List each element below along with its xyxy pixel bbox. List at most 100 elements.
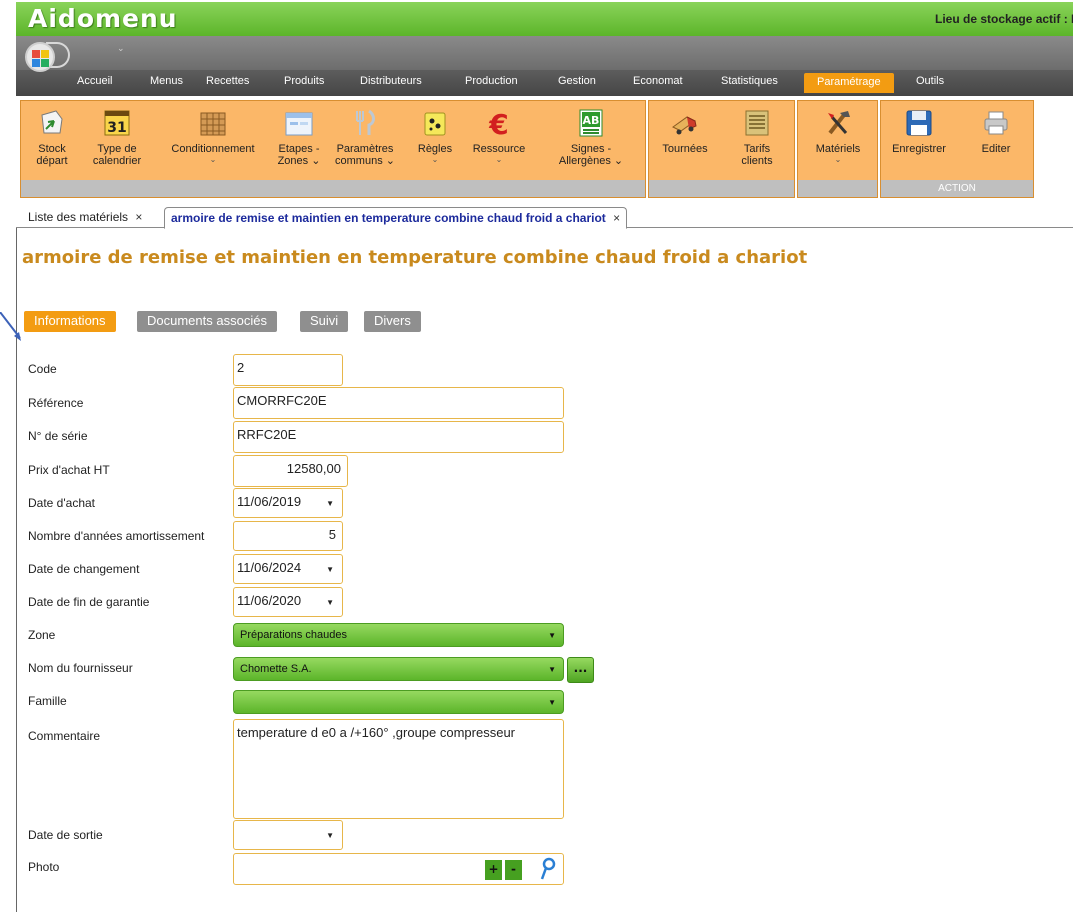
fournisseur-value: Chomette S.A. <box>240 663 312 675</box>
storage-location-label: Lieu de stockage actif : M <box>935 12 1073 26</box>
date-achat-field[interactable]: 11/06/2019 ▼ <box>233 488 343 518</box>
tab-documents-associes[interactable]: Documents associés <box>137 311 277 332</box>
chevron-down-icon[interactable]: ▼ <box>326 565 334 574</box>
fournisseur-label: Nom du fournisseur <box>28 661 133 675</box>
fournisseur-select[interactable]: Chomette S.A. ▼ <box>233 657 564 681</box>
tab-distributeurs[interactable]: Distributeurs <box>360 75 422 87</box>
signes-allergenes-button[interactable]: AB Signes - Allergènes ⌄ <box>549 107 633 167</box>
type-calendrier-button[interactable]: 31 Type de calendrier <box>87 107 147 167</box>
rules-icon <box>424 112 446 136</box>
ribbon-group-action: ACTION Enregistrer Editer <box>880 100 1034 198</box>
document-tabs: Liste des matériels × armoire de remise … <box>16 204 1073 229</box>
organic-label-icon: AB <box>579 109 603 137</box>
chevron-down-icon[interactable]: ▼ <box>548 698 556 707</box>
date-fin-garantie-label: Date de fin de garantie <box>28 595 150 609</box>
editer-button[interactable]: Editer <box>971 107 1021 155</box>
magnifier-icon[interactable] <box>540 857 556 881</box>
prix-achat-field[interactable]: 12580,00 <box>233 455 348 487</box>
tarifs-clients-button[interactable]: Tarifs clients <box>731 107 783 167</box>
tab-materiel-detail[interactable]: armoire de remise et maintien en tempera… <box>164 207 628 229</box>
stock-depart-button[interactable]: Stock départ <box>33 107 71 167</box>
editer-label: Editer <box>981 143 1011 155</box>
conditionnement-button[interactable]: Conditionnement ⌄ <box>161 107 265 164</box>
prix-achat-label: Prix d'achat HT <box>28 463 110 477</box>
floppy-disk-icon <box>906 110 932 136</box>
window-icon <box>285 112 313 136</box>
famille-select[interactable]: ▼ <box>233 690 564 714</box>
tab-recettes[interactable]: Recettes <box>206 75 249 87</box>
pointer-arrow-icon <box>0 312 21 341</box>
commentaire-textarea[interactable]: temperature d e0 a /+160° ,groupe compre… <box>233 719 564 819</box>
tab-accueil[interactable]: Accueil <box>77 75 112 87</box>
price-list-icon <box>745 110 769 136</box>
title-bar: Aidomenu Lieu de stockage actif : M <box>16 2 1073 36</box>
close-icon[interactable]: × <box>135 210 142 224</box>
annees-amortissement-label: Nombre d'années amortissement <box>28 529 205 543</box>
date-changement-label: Date de changement <box>28 562 140 576</box>
crate-icon <box>200 112 226 136</box>
tournees-button[interactable]: Tournées <box>657 107 713 155</box>
tab-produits[interactable]: Produits <box>284 75 324 87</box>
tab-production[interactable]: Production <box>465 75 518 87</box>
zone-select[interactable]: Préparations chaudes ▼ <box>233 623 564 647</box>
ressource-button[interactable]: € Ressource ⌄ <box>469 107 529 164</box>
materiels-label: Matériels <box>815 143 861 155</box>
close-icon[interactable]: × <box>613 211 620 225</box>
materiels-button[interactable]: Matériels ⌄ <box>810 107 866 164</box>
app-menu-orb-icon[interactable] <box>25 42 55 72</box>
fournisseur-more-button[interactable]: ... <box>567 657 594 683</box>
signes-allergenes-label1: Signes - <box>570 143 612 155</box>
date-sortie-field[interactable]: ▼ <box>233 820 343 850</box>
chevron-down-icon[interactable]: ▼ <box>326 598 334 607</box>
chevron-down-icon[interactable]: ▼ <box>326 831 334 840</box>
reference-field[interactable]: CMORRFC20E <box>233 387 564 419</box>
date-changement-value: 11/06/2024 <box>237 560 302 575</box>
regles-label: Règles <box>417 143 453 155</box>
tab-suivi[interactable]: Suivi <box>300 311 349 332</box>
chevron-down-icon[interactable]: ▼ <box>326 499 334 508</box>
date-fin-garantie-value: 11/06/2020 <box>237 593 302 608</box>
quick-access-menu-icon[interactable]: ⌄ <box>117 44 125 54</box>
date-changement-field[interactable]: 11/06/2024 ▼ <box>233 554 343 584</box>
tab-divers[interactable]: Divers <box>364 311 421 332</box>
tab-liste-materiels[interactable]: Liste des matériels × <box>22 207 148 229</box>
parametres-communs-button[interactable]: Paramètres communs ⌄ <box>331 107 399 167</box>
tab-liste-materiels-label: Liste des matériels <box>28 210 129 224</box>
regles-button[interactable]: Règles ⌄ <box>412 107 458 164</box>
code-label: Code <box>28 362 57 376</box>
truck-icon <box>672 116 697 135</box>
reference-label: Référence <box>28 396 84 410</box>
commentaire-label: Commentaire <box>28 729 101 743</box>
zone-label: Zone <box>28 628 56 642</box>
code-field[interactable]: 2 <box>233 354 343 386</box>
app-window: Aidomenu Lieu de stockage actif : M ⌄ Ac… <box>0 0 1073 912</box>
tab-materiel-detail-label: armoire de remise et maintien en tempera… <box>171 211 606 225</box>
parametres-communs-label1: Paramètres <box>336 143 394 155</box>
group-footer <box>649 180 794 197</box>
numero-serie-field[interactable]: RRFC20E <box>233 421 564 453</box>
etapes-zones-button[interactable]: Etapes - Zones ⌄ <box>275 107 323 167</box>
ribbon: Stock départ 31 Type de calendrier Condi… <box>16 96 1073 202</box>
enregistrer-button[interactable]: Enregistrer <box>887 107 951 155</box>
date-fin-garantie-field[interactable]: 11/06/2020 ▼ <box>233 587 343 617</box>
type-calendrier-label2: calendrier <box>92 155 142 167</box>
add-photo-button[interactable]: + <box>485 860 502 880</box>
ribbon-tabs: Accueil Menus Recettes Produits Distribu… <box>16 70 1073 96</box>
tab-menus[interactable]: Menus <box>150 75 183 87</box>
quick-access-bar: ⌄ <box>16 36 1073 72</box>
annees-amortissement-field[interactable]: 5 <box>233 521 343 551</box>
chevron-down-icon[interactable]: ▼ <box>548 631 556 640</box>
conditionnement-caret-icon: ⌄ <box>209 155 217 164</box>
remove-photo-button[interactable]: - <box>505 860 522 880</box>
tab-economat[interactable]: Economat <box>633 75 683 87</box>
photo-label: Photo <box>28 860 60 874</box>
tab-gestion[interactable]: Gestion <box>558 75 596 87</box>
etapes-zones-label1: Etapes - <box>278 143 320 155</box>
svg-text:€: € <box>488 108 508 139</box>
tab-statistiques[interactable]: Statistiques <box>721 75 778 87</box>
tab-outils[interactable]: Outils <box>916 75 944 87</box>
tab-parametrage[interactable]: Paramétrage <box>804 73 894 93</box>
stock-icon <box>41 110 63 134</box>
chevron-down-icon[interactable]: ▼ <box>548 665 556 674</box>
tab-informations[interactable]: Informations <box>24 311 116 332</box>
